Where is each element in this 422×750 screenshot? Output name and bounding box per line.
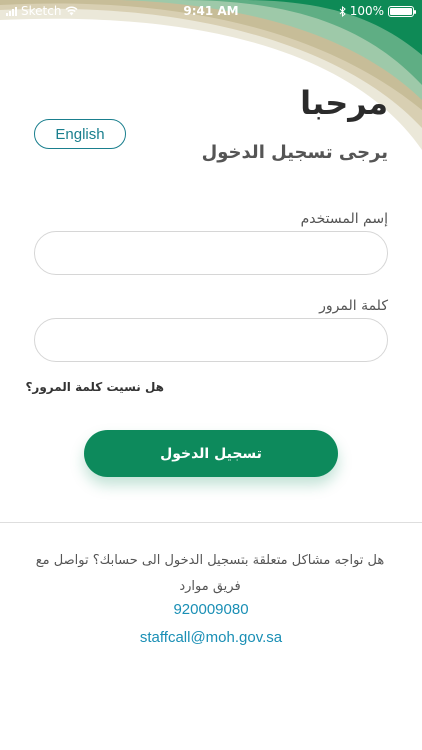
battery-icon <box>388 5 416 17</box>
password-label: كلمة المرور <box>319 298 388 314</box>
support-phone-link[interactable]: 920009080 <box>0 601 422 618</box>
page-title: مرحبا <box>300 84 388 122</box>
status-bar: Sketch 9:41 AM 100% <box>0 0 422 22</box>
username-input[interactable] <box>34 231 388 275</box>
forgot-password-link[interactable]: هل نسيت كلمة المرور؟ <box>25 380 164 394</box>
login-button[interactable]: تسجيل الدخول <box>84 430 338 477</box>
bluetooth-icon <box>339 5 346 17</box>
username-label: إسم المستخدم <box>300 211 388 227</box>
status-right: 100% <box>339 4 416 18</box>
language-toggle-button[interactable]: English <box>34 119 126 149</box>
battery-percent: 100% <box>349 4 384 18</box>
section-divider <box>0 522 422 523</box>
page-subtitle: يرجى تسجيل الدخول <box>201 142 388 163</box>
battery-fill <box>390 7 412 15</box>
password-input[interactable] <box>34 318 388 362</box>
support-email-link[interactable]: staffcall@moh.gov.sa <box>0 629 422 646</box>
support-message: هل تواجه مشاكل متعلقة بتسجيل الدخول الى … <box>35 553 385 594</box>
